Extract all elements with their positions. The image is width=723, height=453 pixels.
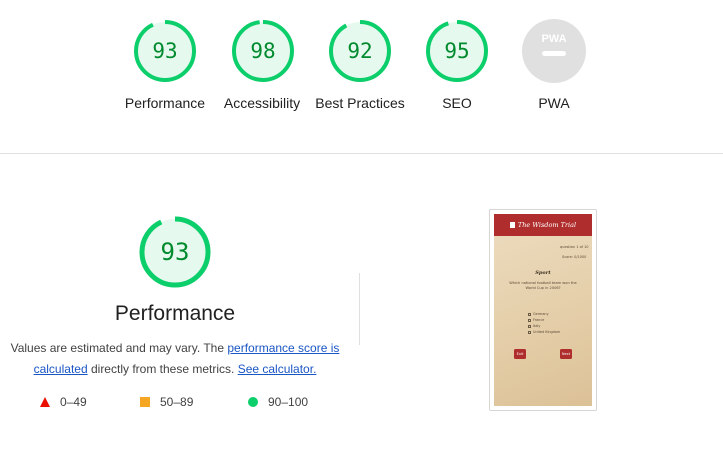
- legend-average: 50–89: [140, 394, 193, 410]
- screenshot-exit-button: Exit: [514, 349, 526, 359]
- pwa-badge-text: PWA: [541, 33, 566, 45]
- legend-fail: 0–49: [40, 394, 87, 410]
- pwa-label[interactable]: PWA: [499, 93, 609, 113]
- performance-score: 93: [152, 39, 178, 63]
- screenshot-option: United Kingdom: [528, 330, 560, 334]
- legend-average-range: 50–89: [160, 395, 194, 409]
- see-calculator-link[interactable]: See calculator.: [238, 362, 317, 376]
- screenshot-option: France: [528, 318, 544, 322]
- checkbox-icon: [528, 330, 531, 334]
- desc-text-2: directly from these metrics.: [87, 362, 238, 376]
- screenshot-content: The Wisdom Trial question 1 of 10 Score:…: [494, 214, 592, 406]
- seo-label[interactable]: SEO: [402, 93, 512, 113]
- seo-score: 95: [444, 39, 470, 63]
- legend-pass-range: 90–100: [268, 395, 309, 409]
- final-screenshot[interactable]: The Wisdom Trial question 1 of 10 Score:…: [489, 209, 597, 411]
- legend-pass: 90–100: [248, 394, 308, 410]
- performance-main-gauge: 93: [138, 215, 212, 289]
- accessibility-score: 98: [250, 39, 276, 63]
- best-practices-label[interactable]: Best Practices: [305, 93, 415, 113]
- section-divider: [0, 153, 723, 154]
- screenshot-option-label: United Kingdom: [533, 330, 561, 334]
- best-practices-gauge[interactable]: 92: [328, 19, 392, 83]
- screenshot-question: Which national football team won the Wor…: [509, 281, 577, 290]
- desc-text-1: Values are estimated and may vary. The: [10, 341, 228, 355]
- screenshot-score: Score: 0/1000: [562, 255, 587, 259]
- seo-gauge[interactable]: 95: [425, 19, 489, 83]
- checkbox-icon: [528, 312, 531, 316]
- accessibility-label[interactable]: Accessibility: [207, 93, 317, 113]
- screenshot-option: Germany: [528, 312, 549, 316]
- screenshot-option-label: Italy: [533, 324, 541, 328]
- screenshot-option-label: France: [533, 318, 545, 322]
- screenshot-category: Sport: [535, 270, 551, 276]
- screenshot-app-title: The Wisdom Trial: [517, 221, 577, 229]
- checkbox-icon: [528, 324, 531, 328]
- pwa-gauge[interactable]: PWA: [522, 19, 586, 83]
- book-icon: [509, 222, 515, 228]
- screenshot-option: Italy: [528, 324, 540, 328]
- vertical-divider: [359, 273, 360, 345]
- accessibility-gauge[interactable]: 98: [231, 19, 295, 83]
- screenshot-app-header: The Wisdom Trial: [494, 214, 592, 236]
- square-icon: [140, 397, 150, 407]
- best-practices-score: 92: [347, 39, 373, 63]
- screenshot-next-button: Next: [560, 349, 572, 359]
- checkbox-icon: [528, 318, 531, 322]
- screenshot-question-counter: question 1 of 10: [560, 245, 589, 249]
- performance-gauge[interactable]: 93: [133, 19, 197, 83]
- performance-title: Performance: [114, 302, 236, 325]
- legend-fail-range: 0–49: [60, 395, 87, 409]
- circle-icon: [248, 397, 258, 407]
- pwa-badge-icon: PWA: [522, 19, 586, 83]
- performance-label[interactable]: Performance: [110, 93, 220, 113]
- screenshot-option-label: Germany: [533, 312, 549, 316]
- performance-main-score: 93: [160, 238, 190, 266]
- triangle-icon: [40, 397, 50, 407]
- performance-description: Values are estimated and may vary. The p…: [8, 338, 342, 380]
